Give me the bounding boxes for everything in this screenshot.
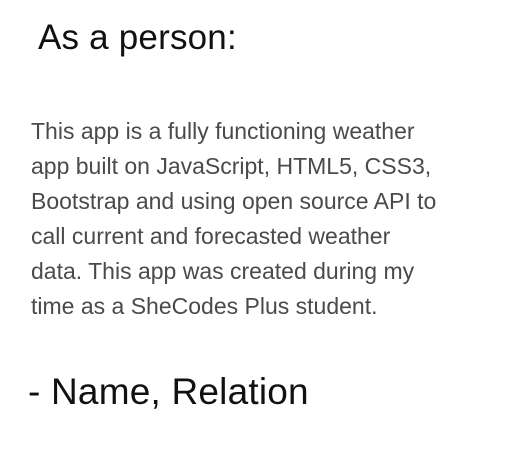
testimonial-body-line: data. This app was created during my [31,258,415,284]
testimonial-card: As a person: This app is a fully functio… [0,0,527,459]
testimonial-body-line: call current and forecasted weather [31,223,391,249]
testimonial-body: This app is a fully functioning weather … [31,114,511,324]
testimonial-body-line: time as a SheCodes Plus student. [31,293,378,319]
testimonial-body-line: Bootstrap and using open source API to [31,188,437,214]
testimonial-heading: As a person: [38,18,237,57]
testimonial-attribution: - Name, Relation [28,371,309,412]
testimonial-body-line: This app is a fully functioning weather [31,118,415,144]
testimonial-body-line: app built on JavaScript, HTML5, CSS3, [31,153,432,179]
